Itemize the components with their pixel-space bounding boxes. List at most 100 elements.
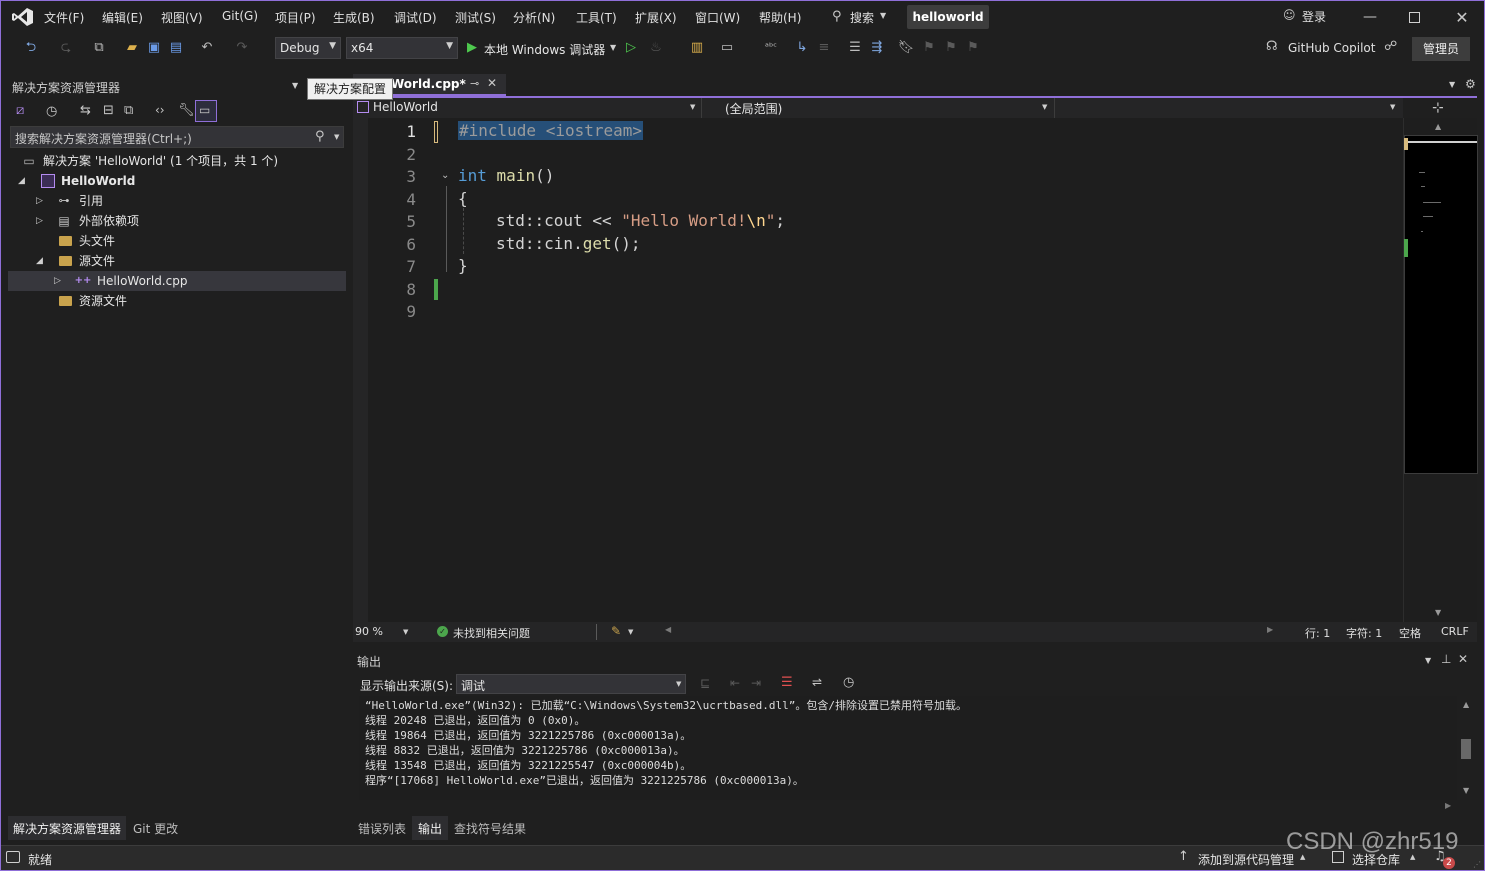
tab-error-list[interactable]: 错误列表: [358, 820, 406, 837]
split-editor-icon[interactable]: ⊹: [1432, 100, 1444, 116]
splitter[interactable]: [346, 64, 353, 844]
word-wrap-icon[interactable]: ⇌: [812, 675, 822, 689]
new-project-icon[interactable]: ⧉: [90, 39, 108, 57]
collapse-region-icon[interactable]: ⌄: [441, 170, 449, 181]
horizontal-scrollbar[interactable]: ◀ ▶: [663, 625, 1273, 639]
scroll-down-icon[interactable]: ▼: [1435, 608, 1441, 617]
minimize-icon[interactable]: —: [1360, 8, 1380, 26]
platform-select[interactable]: x64 ▼: [346, 37, 458, 59]
show-all-files-icon[interactable]: ⧉: [124, 103, 133, 118]
comment-icon[interactable]: ☰: [846, 39, 864, 57]
maximize-icon[interactable]: [1409, 12, 1420, 23]
solution-search-input[interactable]: 搜索解决方案资源管理器(Ctrl+;) ⚲ ▼: [10, 126, 344, 148]
project-scope-select[interactable]: HelloWorld ▼: [353, 98, 702, 118]
hot-reload-icon[interactable]: ♨: [647, 39, 665, 57]
line-indicator[interactable]: 行: 1: [1305, 625, 1330, 641]
open-folder-icon[interactable]: ▰: [123, 39, 141, 57]
login-button[interactable]: ☺ 登录: [1283, 7, 1333, 27]
menu-help[interactable]: 帮助(H): [759, 9, 801, 26]
find-message-icon[interactable]: ⊑: [700, 676, 710, 690]
next-message-icon[interactable]: ⇥: [751, 676, 761, 690]
next-bookmark-icon[interactable]: ⚑: [942, 39, 960, 57]
redo-icon[interactable]: ↷: [233, 39, 251, 57]
close-icon[interactable]: ✕: [1458, 652, 1468, 666]
tree-item-references[interactable]: ▷ ⊶ 引用: [8, 191, 346, 211]
forward-icon[interactable]: ⮎: [57, 39, 75, 57]
line-ending-indicator[interactable]: CRLF: [1441, 625, 1469, 638]
menu-project[interactable]: 项目(P): [275, 9, 316, 26]
menu-tools[interactable]: 工具(T): [576, 9, 617, 26]
back-icon[interactable]: ⮌: [22, 39, 40, 57]
tree-item-project[interactable]: ◢ HelloWorld: [8, 171, 346, 191]
menu-edit[interactable]: 编辑(E): [102, 9, 143, 26]
collapsed-arrow-icon[interactable]: ▷: [36, 191, 43, 211]
menu-test[interactable]: 测试(S): [455, 9, 496, 26]
prev-message-icon[interactable]: ⇤: [730, 676, 740, 690]
bookmark-icon[interactable]: 🔖︎: [897, 39, 915, 57]
code-cleanup-icon[interactable]: ✎: [611, 624, 621, 638]
undo-icon[interactable]: ↶: [198, 39, 216, 57]
code-view-icon[interactable]: ‹›: [155, 103, 165, 117]
menu-git[interactable]: Git(G): [222, 9, 258, 23]
tree-item-external-deps[interactable]: ▷ ▤ 外部依赖项: [8, 211, 346, 231]
tab-output[interactable]: 输出: [412, 816, 449, 840]
save-icon[interactable]: ▣: [145, 39, 163, 57]
global-scope-select[interactable]: (全局范围) ▼: [705, 98, 1055, 118]
collapsed-arrow-icon[interactable]: ▷: [54, 271, 61, 291]
close-tab-icon[interactable]: ✕: [487, 76, 497, 90]
scroll-right-icon[interactable]: ▶: [1267, 625, 1273, 634]
chevron-down-icon[interactable]: ▼: [292, 81, 298, 90]
chevron-down-icon[interactable]: ▼: [1425, 656, 1431, 665]
uncomment-icon[interactable]: ⇶: [868, 39, 886, 57]
window-layout-icon[interactable]: ▭: [718, 39, 736, 57]
expanded-arrow-icon[interactable]: ◢: [18, 171, 25, 191]
issues-indicator[interactable]: ✓ 未找到相关问题: [435, 622, 595, 642]
output-horizontal-scrollbar[interactable]: ▶: [359, 800, 1457, 814]
code-minimap[interactable]: [1404, 135, 1478, 474]
output-source-select[interactable]: 调试 ▼: [456, 674, 686, 694]
tab-solution-explorer[interactable]: 解决方案资源管理器: [8, 816, 127, 840]
vertical-scrollbar-map[interactable]: ▲ ▼: [1403, 118, 1478, 622]
prev-bookmark-icon[interactable]: ⚑: [920, 39, 938, 57]
output-vertical-scrollbar[interactable]: ▲ ▼: [1457, 696, 1477, 800]
expanded-arrow-icon[interactable]: ◢: [36, 251, 43, 271]
menu-file[interactable]: 文件(F): [44, 9, 84, 26]
solution-folder-icon[interactable]: ▥: [688, 39, 706, 57]
zoom-select[interactable]: 90 % ▼: [353, 622, 413, 642]
tree-item-cpp-file[interactable]: ▷ ++ HelloWorld.cpp: [8, 271, 346, 291]
whitespace-indicator[interactable]: 空格: [1399, 625, 1421, 641]
scroll-up-icon[interactable]: ▲: [1463, 700, 1469, 709]
github-copilot-button[interactable]: ☊ GitHub Copilot ☍: [1266, 39, 1406, 59]
vs-switch-view-icon[interactable]: ⧄: [16, 103, 24, 118]
configuration-select[interactable]: Debug ▼: [275, 37, 341, 59]
scroll-left-icon[interactable]: ◀: [665, 625, 671, 634]
search-button[interactable]: ⚲ 搜索 ▼: [830, 6, 892, 28]
tree-item-header-files[interactable]: 头文件: [8, 231, 346, 251]
preview-toggle-button[interactable]: ▭: [195, 100, 217, 122]
start-debugging-button[interactable]: ▶ 本地 Windows 调试器 ▼: [464, 38, 620, 60]
column-indicator[interactable]: 字符: 1: [1346, 625, 1382, 641]
settings-gear-icon[interactable]: ⚙: [1465, 77, 1476, 91]
close-icon[interactable]: ✕: [1452, 7, 1472, 27]
scroll-right-icon[interactable]: ▶: [1445, 801, 1451, 810]
properties-wrench-icon[interactable]: 🔧︎: [178, 103, 195, 118]
tree-item-source-files[interactable]: ◢ 源文件: [8, 251, 346, 271]
menu-build[interactable]: 生成(B): [333, 9, 375, 26]
member-select[interactable]: ▼: [1058, 98, 1401, 118]
step-icon[interactable]: ↳: [793, 39, 811, 57]
tab-overflow-icon[interactable]: ▼: [1449, 80, 1455, 89]
code-editor[interactable]: [353, 118, 1403, 622]
resize-grip-icon[interactable]: ⋰: [1473, 860, 1481, 869]
sync-icon[interactable]: ⇆: [80, 103, 91, 118]
tree-item-solution[interactable]: ▭ 解决方案 'HelloWorld' (1 个项目，共 1 个): [8, 151, 346, 171]
clear-bookmarks-icon[interactable]: ⚑: [964, 39, 982, 57]
start-without-debugging-icon[interactable]: ▷: [622, 39, 640, 57]
collapse-all-icon[interactable]: ⊟: [103, 103, 114, 118]
scroll-up-icon[interactable]: ▲: [1435, 122, 1441, 131]
history-icon[interactable]: ◷: [46, 104, 57, 119]
spell-check-icon[interactable]: ᵃᵇᶜ: [762, 39, 780, 57]
menu-extensions[interactable]: 扩展(X): [635, 9, 677, 26]
tab-git-changes[interactable]: Git 更改: [133, 820, 178, 837]
menu-debug[interactable]: 调试(D): [394, 9, 437, 26]
collapsed-arrow-icon[interactable]: ▷: [36, 211, 43, 231]
